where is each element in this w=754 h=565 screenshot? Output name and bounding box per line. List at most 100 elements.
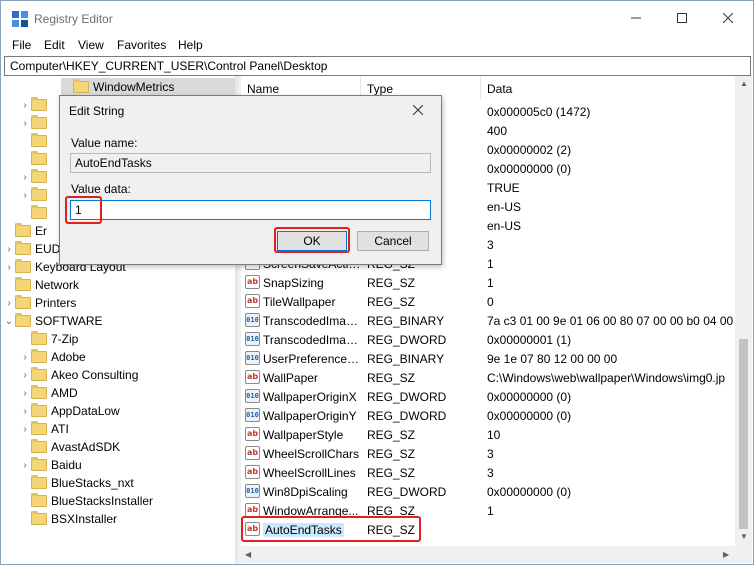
tree-item[interactable] bbox=[19, 204, 51, 222]
folder-icon bbox=[31, 367, 47, 381]
tree-item[interactable]: › AppDataLow bbox=[19, 402, 120, 420]
tree-item[interactable]: WindowMetrics bbox=[61, 78, 235, 96]
tree-item[interactable]: › Printers bbox=[3, 294, 76, 312]
value-type: REG_SZ bbox=[367, 371, 416, 385]
chevron-right-icon[interactable]: › bbox=[3, 258, 15, 276]
chevron-right-icon bbox=[19, 492, 31, 510]
close-button[interactable] bbox=[705, 1, 751, 35]
tree-item[interactable]: › ATI bbox=[19, 420, 69, 438]
menu-favorites[interactable]: Favorites bbox=[117, 38, 166, 52]
value-data: en-US bbox=[487, 200, 522, 214]
tree-item[interactable]: › bbox=[19, 114, 51, 132]
value-name-label: Value name: bbox=[71, 136, 138, 150]
maximize-button[interactable] bbox=[659, 1, 705, 35]
value-name: UserPreferences... bbox=[263, 352, 361, 366]
value-row[interactable]: 010 TranscodedImag... REG_BINARY 7a c3 01 0… bbox=[241, 311, 735, 330]
binary-value-icon: 010 bbox=[245, 408, 260, 422]
value-row[interactable]: ab WallPaper REG_SZ C:\Windows\web\wallpape… bbox=[241, 368, 735, 387]
folder-icon bbox=[31, 151, 47, 165]
value-data: 9e 1e 07 80 12 00 00 00 bbox=[487, 352, 618, 366]
scroll-left-icon[interactable]: ◀ bbox=[245, 550, 251, 559]
dialog-close-button[interactable] bbox=[396, 96, 440, 124]
tree-item[interactable]: Network bbox=[3, 276, 79, 294]
tree-item[interactable]: › Adobe bbox=[19, 348, 86, 366]
value-row[interactable]: 010 WallpaperOriginX REG_DWORD 0x00000000 (… bbox=[241, 387, 735, 406]
chevron-right-icon[interactable]: › bbox=[19, 114, 31, 132]
values-vertical-scrollbar[interactable]: ▲ ▼ bbox=[735, 76, 752, 546]
tree-item[interactable]: BlueStacksInstaller bbox=[19, 492, 153, 510]
string-value-icon: ab bbox=[245, 446, 260, 460]
scroll-right-icon[interactable]: ▶ bbox=[723, 550, 729, 559]
folder-icon bbox=[31, 457, 47, 471]
chevron-right-icon[interactable]: › bbox=[19, 186, 31, 204]
tree-item[interactable]: Er bbox=[3, 222, 47, 240]
value-data: 0x00000000 (0) bbox=[487, 409, 572, 423]
value-name: WallpaperStyle bbox=[263, 428, 344, 442]
chevron-right-icon[interactable]: › bbox=[3, 294, 15, 312]
chevron-right-icon[interactable]: › bbox=[19, 348, 31, 366]
tree-item-label: AMD bbox=[51, 386, 78, 400]
tree-item[interactable] bbox=[19, 150, 51, 168]
scroll-up-icon[interactable]: ▲ bbox=[740, 79, 748, 88]
tree-item[interactable]: ⌄ SOFTWARE bbox=[3, 312, 103, 330]
tree-item[interactable]: BSXInstaller bbox=[19, 510, 117, 528]
tree-item[interactable]: › bbox=[19, 168, 51, 186]
tree-item[interactable]: BlueStacks_nxt bbox=[19, 474, 134, 492]
value-name: WallPaper bbox=[263, 371, 318, 385]
value-row[interactable]: 010 TranscodedImag... REG_DWORD 0x00000001 … bbox=[241, 330, 735, 349]
tree-item-label: Akeo Consulting bbox=[51, 368, 139, 382]
value-row[interactable]: ab TileWallpaper REG_SZ 0 bbox=[241, 292, 735, 311]
binary-value-icon: 010 bbox=[245, 351, 260, 365]
folder-icon bbox=[15, 295, 31, 309]
tree-item[interactable]: AvastAdSDK bbox=[19, 438, 120, 456]
tree-item[interactable]: › Akeo Consulting bbox=[19, 366, 138, 384]
value-row[interactable]: ab WheelScrollChars REG_SZ 3 bbox=[241, 444, 735, 463]
chevron-right-icon[interactable]: › bbox=[19, 384, 31, 402]
menu-edit[interactable]: Edit bbox=[44, 38, 65, 52]
chevron-down-icon[interactable]: ⌄ bbox=[3, 312, 15, 330]
value-data: en-US bbox=[487, 219, 522, 233]
folder-icon bbox=[15, 259, 31, 273]
values-horizontal-scrollbar[interactable]: ◀ ▶ bbox=[241, 546, 735, 563]
tree-item[interactable]: › AMD bbox=[19, 384, 78, 402]
chevron-right-icon[interactable]: › bbox=[19, 402, 31, 420]
folder-icon bbox=[31, 97, 47, 111]
value-row[interactable]: 010 UserPreferences... REG_BINARY 9e 1e 07 … bbox=[241, 349, 735, 368]
value-row[interactable]: ab WallpaperStyle REG_SZ 10 bbox=[241, 425, 735, 444]
menu-file[interactable]: File bbox=[12, 38, 31, 52]
address-bar[interactable]: Computer\HKEY_CURRENT_USER\Control Panel… bbox=[4, 56, 751, 76]
folder-icon bbox=[31, 385, 47, 399]
scroll-down-icon[interactable]: ▼ bbox=[740, 532, 748, 541]
tree-item[interactable]: › bbox=[19, 186, 51, 204]
chevron-right-icon[interactable]: › bbox=[19, 96, 31, 114]
string-value-icon: ab bbox=[245, 275, 260, 289]
tree-item[interactable]: 7-Zip bbox=[19, 330, 78, 348]
tree-item[interactable] bbox=[19, 132, 51, 150]
binary-value-icon: 010 bbox=[245, 389, 260, 403]
tree-item-label: WindowMetrics bbox=[93, 80, 175, 94]
minimize-button[interactable] bbox=[613, 1, 659, 35]
tree-item[interactable]: › bbox=[19, 96, 51, 114]
value-data-input[interactable]: 1 bbox=[70, 200, 431, 220]
chevron-right-icon[interactable]: › bbox=[19, 420, 31, 438]
chevron-right-icon[interactable]: › bbox=[19, 168, 31, 186]
tree-item-label: BSXInstaller bbox=[51, 512, 118, 526]
folder-icon bbox=[31, 331, 47, 345]
tree-item-label: Baidu bbox=[51, 458, 82, 472]
chevron-right-icon[interactable]: › bbox=[3, 240, 15, 258]
cancel-button[interactable]: Cancel bbox=[357, 231, 429, 251]
value-row[interactable]: ab WheelScrollLines REG_SZ 3 bbox=[241, 463, 735, 482]
column-header-data[interactable]: Data bbox=[481, 76, 735, 100]
value-row[interactable]: 010 WallpaperOriginY REG_DWORD 0x00000000 (… bbox=[241, 406, 735, 425]
value-row[interactable]: ab SnapSizing REG_SZ 1 bbox=[241, 273, 735, 292]
menu-view[interactable]: View bbox=[78, 38, 104, 52]
chevron-right-icon[interactable]: › bbox=[19, 456, 31, 474]
menu-help[interactable]: Help bbox=[178, 38, 203, 52]
title-bar[interactable]: Registry Editor bbox=[1, 1, 753, 35]
chevron-right-icon[interactable]: › bbox=[19, 366, 31, 384]
tree-item[interactable]: › Baidu bbox=[19, 456, 82, 474]
folder-icon bbox=[31, 133, 47, 147]
value-row[interactable]: 010 Win8DpiScaling REG_DWORD 0x00000000 (0) bbox=[241, 482, 735, 501]
vertical-scroll-thumb[interactable] bbox=[739, 339, 748, 529]
tree-item-label: SOFTWARE bbox=[35, 314, 103, 328]
